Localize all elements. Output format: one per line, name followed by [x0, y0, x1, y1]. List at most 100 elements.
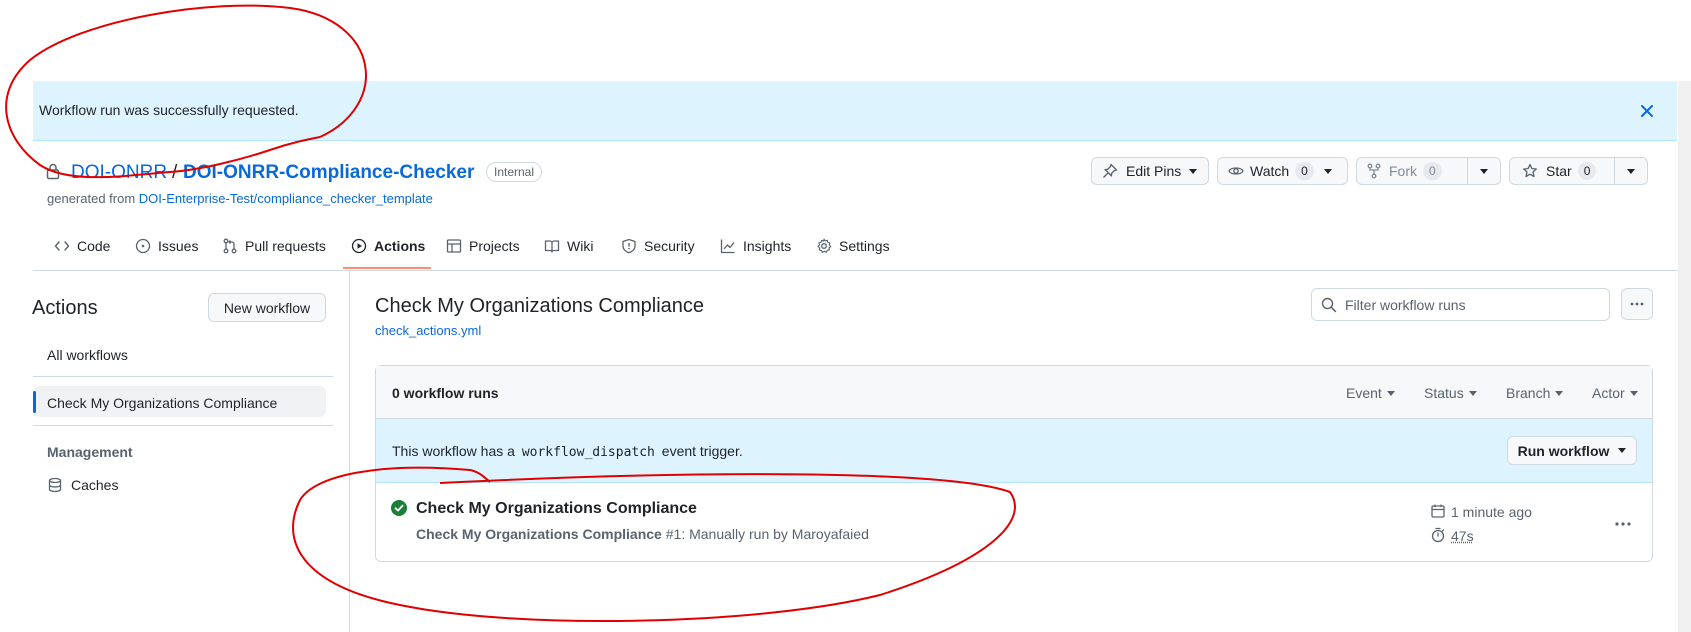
new-workflow-button[interactable]: New workflow — [208, 293, 326, 322]
edit-pins-label: Edit Pins — [1126, 163, 1182, 179]
flash-message: Workflow run was successfully requested. — [39, 102, 299, 118]
tab-label: Wiki — [567, 238, 594, 254]
run-workflow-name: Check My Organizations Compliance — [416, 526, 662, 542]
tabs-divider — [33, 270, 1678, 271]
chevron-down-icon — [1555, 390, 1564, 396]
tab-pull-requests[interactable]: Pull requests — [222, 236, 326, 256]
sidebar-item-caches[interactable]: Caches — [47, 477, 118, 493]
repo-path-separator: / — [172, 162, 178, 183]
sidebar-divider — [349, 271, 350, 632]
tab-label: Insights — [743, 238, 792, 254]
chevron-down-icon — [1618, 448, 1627, 453]
tab-projects[interactable]: Projects — [446, 236, 520, 256]
repo-name-link[interactable]: DOI-ONRR-Compliance-Checker — [183, 162, 474, 184]
chevron-down-icon — [1480, 168, 1488, 174]
tab-label: Pull requests — [245, 238, 326, 254]
tab-label: Issues — [158, 238, 199, 254]
sidebar-divider — [33, 425, 333, 426]
graph-icon — [720, 238, 736, 254]
event-filter-dropdown[interactable]: Event — [1346, 385, 1395, 401]
dispatch-prefix: This workflow has a — [392, 443, 515, 459]
workflow-more-button[interactable] — [1621, 288, 1653, 320]
watch-button[interactable]: Watch 0 — [1217, 157, 1348, 185]
tab-label: Settings — [839, 238, 890, 254]
workflow-file-link[interactable]: check_actions.yml — [375, 323, 481, 338]
generated-from-prefix: generated from — [47, 191, 136, 206]
sidebar-item-check-my-organizations-compliance[interactable]: Check My Organizations Compliance — [47, 395, 277, 411]
template-repo-link[interactable]: DOI-Enterprise-Test/compliance_checker_t… — [139, 191, 433, 206]
chevron-down-icon — [1468, 390, 1477, 396]
run-workflow-button[interactable]: Run workflow — [1507, 436, 1637, 465]
eye-icon — [1228, 163, 1244, 179]
shield-icon — [621, 238, 637, 254]
chevron-down-icon — [1629, 390, 1638, 396]
pin-icon — [1102, 163, 1118, 179]
check-circle-fill-icon — [391, 500, 407, 516]
selected-tab-indicator — [343, 267, 431, 269]
tab-label: Code — [77, 238, 111, 254]
chevron-down-icon — [1627, 168, 1635, 174]
chevron-down-icon — [1323, 168, 1332, 174]
tab-actions[interactable]: Actions — [351, 236, 425, 256]
star-dropdown[interactable] — [1614, 157, 1647, 185]
tab-code[interactable]: Code — [54, 236, 110, 256]
workflow-title: Check My Organizations Compliance — [375, 295, 705, 317]
stopwatch-icon — [1430, 527, 1446, 543]
run-workflow-label: Run workflow — [1517, 442, 1610, 459]
run-title-link[interactable]: Check My Organizations Compliance — [416, 500, 697, 518]
close-icon[interactable] — [1637, 101, 1657, 121]
run-subtitle: Check My Organizations Compliance #1: Ma… — [416, 526, 869, 542]
kebab-horizontal-icon[interactable] — [1609, 514, 1637, 534]
filter-placeholder: Filter workflow runs — [1345, 297, 1466, 313]
branch-filter-dropdown[interactable]: Branch — [1506, 385, 1564, 401]
star-label: Star — [1546, 163, 1572, 179]
database-icon — [47, 477, 63, 493]
sidebar-divider — [33, 376, 333, 377]
run-trigger: : Manually run by Maroyafaied — [681, 526, 869, 542]
fork-button-group[interactable]: Fork 0 — [1356, 157, 1501, 185]
book-icon — [544, 238, 560, 254]
lock-icon — [45, 162, 61, 180]
generated-from: generated from DOI-Enterprise-Test/compl… — [47, 191, 433, 206]
workflow-dispatch-text: This workflow has a workflow_dispatch ev… — [392, 443, 743, 460]
edit-pins-button[interactable]: Edit Pins — [1091, 157, 1209, 185]
table-icon — [446, 238, 462, 254]
filter-label: Branch — [1506, 385, 1551, 401]
repo-owner-link[interactable]: DOI-ONRR — [71, 162, 167, 184]
scrollbar[interactable] — [1678, 81, 1691, 632]
tab-settings[interactable]: Settings — [816, 236, 890, 256]
status-filter-dropdown[interactable]: Status — [1424, 385, 1477, 401]
tab-security[interactable]: Security — [621, 236, 695, 256]
star-count: 0 — [1577, 162, 1597, 180]
gear-icon — [816, 238, 832, 254]
sidebar-item-all-workflows[interactable]: All workflows — [47, 347, 128, 363]
tab-label: Security — [644, 238, 695, 254]
sidebar-selected-indicator — [33, 391, 36, 413]
star-button-group[interactable]: Star 0 — [1509, 157, 1648, 185]
code-icon — [54, 238, 70, 254]
fork-dropdown[interactable] — [1467, 157, 1500, 185]
calendar-icon — [1430, 503, 1446, 519]
run-duration: 47s — [1451, 528, 1474, 544]
search-icon — [1321, 297, 1337, 313]
filter-label: Status — [1424, 385, 1464, 401]
tab-wiki[interactable]: Wiki — [544, 236, 593, 256]
sidebar-section-heading: Management — [47, 444, 133, 460]
filter-label: Actor — [1592, 385, 1625, 401]
issue-opened-icon — [135, 238, 151, 254]
kebab-horizontal-icon — [1629, 296, 1645, 312]
workflow-runs-count: 0 workflow runs — [392, 385, 499, 401]
actor-filter-dropdown[interactable]: Actor — [1592, 385, 1638, 401]
watch-label: Watch — [1250, 163, 1290, 179]
run-number: #1 — [665, 526, 682, 542]
sidebar-title: Actions — [32, 297, 98, 319]
star-icon — [1522, 163, 1538, 179]
dispatch-event-code: workflow_dispatch — [521, 445, 655, 460]
tab-insights[interactable]: Insights — [720, 236, 791, 256]
tab-label: Actions — [374, 238, 426, 254]
chevron-down-icon — [1386, 390, 1395, 396]
git-pull-request-icon — [222, 238, 238, 254]
run-time: 1 minute ago — [1451, 504, 1532, 520]
watch-count: 0 — [1295, 162, 1314, 180]
tab-issues[interactable]: Issues — [135, 236, 198, 256]
